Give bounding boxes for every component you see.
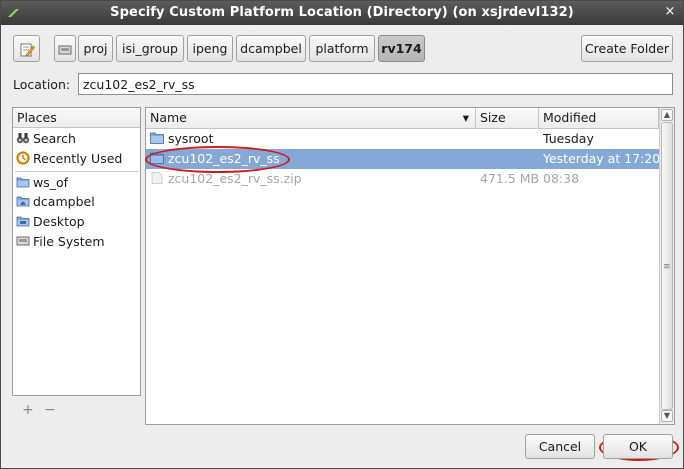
window-title: Specify Custom Platform Location (Direct…: [110, 5, 574, 20]
edit-location-icon: [20, 43, 35, 56]
path-segment-proj[interactable]: proj: [78, 35, 113, 62]
place-ws-of[interactable]: ws_of: [16, 173, 139, 192]
path-root-button[interactable]: [54, 35, 76, 62]
scroll-up-icon[interactable]: ▲: [661, 109, 673, 121]
path-segment-dcampbel[interactable]: dcampbel: [236, 35, 306, 62]
file-name: zcu102_es2_rv_ss.zip: [168, 171, 302, 186]
close-icon[interactable]: ×: [663, 5, 677, 19]
home-folder-icon: [16, 196, 30, 207]
place-recently-used[interactable]: Recently Used: [16, 149, 139, 168]
cancel-button[interactable]: Cancel: [525, 434, 595, 459]
file-size: 471.5 MB: [480, 171, 540, 186]
drive-icon: [58, 45, 72, 54]
scroll-down-icon[interactable]: ▼: [661, 410, 673, 422]
sort-descending-icon: ▾: [462, 110, 469, 125]
place-desktop[interactable]: Desktop: [16, 212, 139, 231]
file-modified: Yesterday at 17:20: [543, 151, 661, 166]
file-modified: Tuesday: [543, 131, 594, 146]
path-segment-rv174[interactable]: rv174: [378, 35, 425, 62]
places-panel: Places Search Recently Used ws_of dcampb…: [12, 107, 141, 396]
binoculars-icon: [16, 133, 30, 144]
ok-button[interactable]: OK: [603, 434, 673, 459]
toggle-location-button[interactable]: [13, 35, 40, 62]
file-name: zcu102_es2_rv_ss: [168, 151, 280, 166]
file-name: sysroot: [168, 131, 214, 146]
folder-icon: [16, 177, 30, 188]
file-row-sysroot[interactable]: sysroot Tuesday: [146, 129, 659, 149]
scroll-grip-icon: ≡: [663, 262, 671, 272]
file-modified: 08:38: [543, 171, 580, 186]
remove-bookmark-icon[interactable]: −: [44, 402, 56, 418]
file-chooser-dialog: Specify Custom Platform Location (Direct…: [0, 0, 684, 469]
place-label: Search: [33, 131, 76, 146]
place-search[interactable]: Search: [16, 129, 139, 148]
location-label: Location:: [13, 77, 71, 92]
title-bar[interactable]: Specify Custom Platform Location (Direct…: [1, 1, 683, 25]
add-bookmark-icon[interactable]: +: [22, 402, 34, 418]
column-header-name[interactable]: Name ▾: [146, 108, 476, 129]
drive-icon: [16, 236, 30, 246]
place-label: Desktop: [33, 214, 85, 229]
column-header-size[interactable]: Size: [476, 108, 539, 129]
column-header-modified[interactable]: Modified: [539, 108, 659, 129]
folder-icon: [150, 152, 164, 164]
folder-icon: [150, 132, 164, 144]
file-row-zcu102-es2-rv-ss-zip: zcu102_es2_rv_ss.zip 471.5 MB 08:38: [146, 169, 659, 189]
place-label: Recently Used: [33, 151, 123, 166]
desktop-folder-icon: [16, 216, 30, 227]
place-label: dcampbel: [33, 194, 95, 209]
location-input[interactable]: [78, 73, 673, 95]
place-file-system[interactable]: File System: [16, 232, 139, 251]
path-segment-isi-group[interactable]: isi_group: [116, 35, 184, 62]
clock-icon: [16, 151, 30, 165]
create-folder-button[interactable]: Create Folder: [581, 35, 673, 62]
path-segment-ipeng[interactable]: ipeng: [187, 35, 233, 62]
places-separator: [15, 171, 139, 172]
column-name-label: Name: [150, 110, 187, 125]
file-icon: [151, 172, 163, 184]
file-row-zcu102-es2-rv-ss[interactable]: zcu102_es2_rv_ss Yesterday at 17:20: [146, 149, 661, 169]
file-list: Name ▾ Size Modified sysroot Tuesday zcu…: [145, 107, 675, 425]
file-list-scrollbar[interactable]: ▲ ≡ ▼: [659, 108, 674, 424]
path-segment-platform[interactable]: platform: [309, 35, 375, 62]
place-dcampbel[interactable]: dcampbel: [16, 192, 139, 211]
places-toolbar: + −: [12, 399, 141, 421]
place-label: File System: [33, 234, 105, 249]
place-label: ws_of: [33, 175, 69, 190]
places-header[interactable]: Places: [13, 108, 140, 128]
